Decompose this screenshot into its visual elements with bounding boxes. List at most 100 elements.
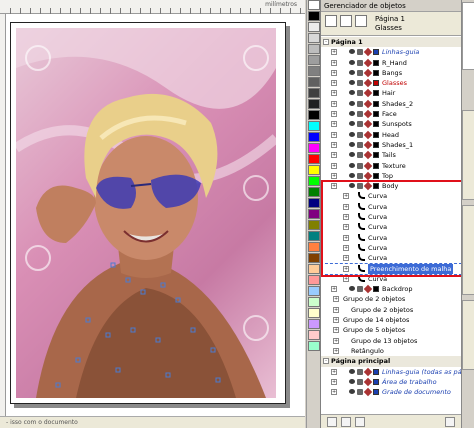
editable-pen-icon[interactable] [363, 181, 373, 191]
printable-icon[interactable] [357, 59, 363, 66]
color-swatch[interactable] [308, 297, 320, 307]
docker-tab[interactable]: Propriedades do obj... [462, 110, 474, 200]
layer-color-icon[interactable] [373, 90, 379, 97]
tree-layer-row[interactable]: + Hair [321, 88, 461, 98]
tree-object-row[interactable]: + Grupo de 5 objetos [321, 325, 461, 335]
visibility-eye-icon[interactable] [349, 368, 355, 374]
color-palette[interactable] [306, 0, 320, 428]
printable-icon[interactable] [357, 172, 363, 179]
visibility-eye-icon[interactable] [349, 183, 355, 189]
tree-page-row[interactable]: - Página 1 [321, 37, 461, 48]
expand-toggle-icon[interactable]: + [343, 203, 349, 210]
tree-layer-row[interactable]: + Tails [321, 150, 461, 160]
layer-color-icon[interactable] [373, 368, 379, 375]
color-swatch[interactable] [308, 143, 320, 153]
color-swatch[interactable] [308, 176, 320, 186]
show-properties-icon[interactable] [340, 15, 352, 27]
visibility-eye-icon[interactable] [349, 172, 355, 178]
tree-page-row[interactable]: - Página principal [321, 356, 461, 367]
tree-layer-row[interactable]: + Top [321, 171, 461, 181]
expand-toggle-icon[interactable]: + [333, 306, 339, 313]
printable-icon[interactable] [357, 80, 363, 87]
color-swatch[interactable] [308, 132, 320, 142]
layer-color-icon[interactable] [373, 49, 379, 56]
visibility-eye-icon[interactable] [349, 80, 355, 86]
tree-layer-row[interactable]: + Head [321, 130, 461, 140]
visibility-eye-icon[interactable] [349, 111, 355, 117]
docker-tab[interactable]: Direções [462, 300, 474, 370]
layer-color-icon[interactable] [373, 100, 379, 107]
layer-color-icon[interactable] [373, 141, 379, 148]
editable-pen-icon[interactable] [363, 68, 373, 78]
expand-toggle-icon[interactable]: + [331, 389, 337, 396]
tree-object-row[interactable]: + Grupo de 14 objetos [321, 315, 461, 325]
color-swatch[interactable] [308, 0, 320, 10]
color-swatch[interactable] [308, 33, 320, 43]
tree-object-row[interactable]: + Curva [321, 191, 461, 201]
layer-manager-icon[interactable] [355, 15, 367, 27]
tree-layer-row[interactable]: + Sunspots [321, 119, 461, 129]
expand-toggle-icon[interactable]: + [343, 214, 349, 221]
editable-pen-icon[interactable] [363, 58, 373, 67]
editable-pen-icon[interactable] [363, 109, 373, 119]
expand-toggle-icon[interactable]: + [331, 100, 337, 107]
printable-icon[interactable] [357, 141, 363, 148]
expand-toggle-icon[interactable]: + [331, 162, 337, 169]
tree-layer-row[interactable]: + Face [321, 109, 461, 119]
tree-layer-row[interactable]: + Shades_1 [321, 140, 461, 150]
layer-color-icon[interactable] [373, 111, 379, 118]
tree-object-row[interactable]: + Grupo de 2 objetos [321, 294, 461, 304]
color-swatch[interactable] [308, 253, 320, 263]
horizontal-ruler[interactable]: milímetros [0, 0, 305, 14]
tree-layer-row[interactable]: + Body [321, 181, 461, 191]
tree-object-row[interactable]: + Curva [321, 243, 461, 253]
drawing-canvas[interactable]: milímetros - isso com o documento [0, 0, 305, 428]
tree-object-row[interactable]: + Preenchimento de malha [321, 262, 461, 275]
color-swatch[interactable] [308, 88, 320, 98]
docker-tab[interactable]: Gerenciador de ob... [462, 2, 474, 70]
visibility-eye-icon[interactable] [349, 69, 355, 75]
color-swatch[interactable] [308, 77, 320, 87]
new-master-layer-button[interactable] [341, 417, 351, 427]
printable-icon[interactable] [357, 49, 363, 56]
tree-layer-row[interactable]: + Bangs [321, 68, 461, 78]
object-tree[interactable]: - Página 1 + Linhas-guia + R_Hand + Bangs + Glass… [321, 37, 461, 407]
layer-color-icon[interactable] [373, 59, 379, 66]
tree-layer-row[interactable]: + Linhas-guia (todas as pá [321, 367, 461, 377]
expand-toggle-icon[interactable]: + [331, 69, 337, 76]
expand-toggle-icon[interactable]: + [331, 59, 337, 66]
tree-layer-row[interactable]: + Texture [321, 161, 461, 171]
tree-object-row[interactable]: + Curva [321, 202, 461, 212]
color-swatch[interactable] [308, 165, 320, 175]
printable-icon[interactable] [357, 286, 363, 293]
visibility-eye-icon[interactable] [349, 152, 355, 158]
visibility-eye-icon[interactable] [349, 286, 355, 292]
tree-layer-row[interactable]: + Grade de documento [321, 387, 461, 397]
layer-color-icon[interactable] [373, 152, 379, 159]
editable-pen-icon[interactable] [363, 140, 373, 150]
printable-icon[interactable] [357, 100, 363, 107]
printable-icon[interactable] [357, 368, 363, 375]
printable-icon[interactable] [357, 90, 363, 97]
visibility-eye-icon[interactable] [349, 389, 355, 395]
expand-toggle-icon[interactable]: + [343, 255, 349, 262]
tree-object-row[interactable]: + Curva [321, 212, 461, 222]
color-swatch[interactable] [308, 242, 320, 252]
printable-icon[interactable] [357, 183, 363, 190]
editable-pen-icon[interactable] [363, 99, 373, 109]
color-swatch[interactable] [308, 44, 320, 54]
visibility-eye-icon[interactable] [349, 141, 355, 147]
expand-toggle-icon[interactable]: + [331, 286, 337, 293]
editable-pen-icon[interactable] [363, 377, 373, 387]
expand-toggle-icon[interactable]: + [343, 224, 349, 231]
editable-pen-icon[interactable] [363, 367, 373, 376]
color-swatch[interactable] [308, 187, 320, 197]
color-swatch[interactable] [308, 319, 320, 329]
color-swatch[interactable] [308, 99, 320, 109]
editable-pen-icon[interactable] [363, 171, 373, 181]
visibility-eye-icon[interactable] [349, 162, 355, 168]
visibility-eye-icon[interactable] [349, 90, 355, 96]
layer-color-icon[interactable] [373, 172, 379, 179]
expand-toggle-icon[interactable]: + [331, 49, 337, 56]
expand-toggle-icon[interactable]: + [331, 152, 337, 159]
